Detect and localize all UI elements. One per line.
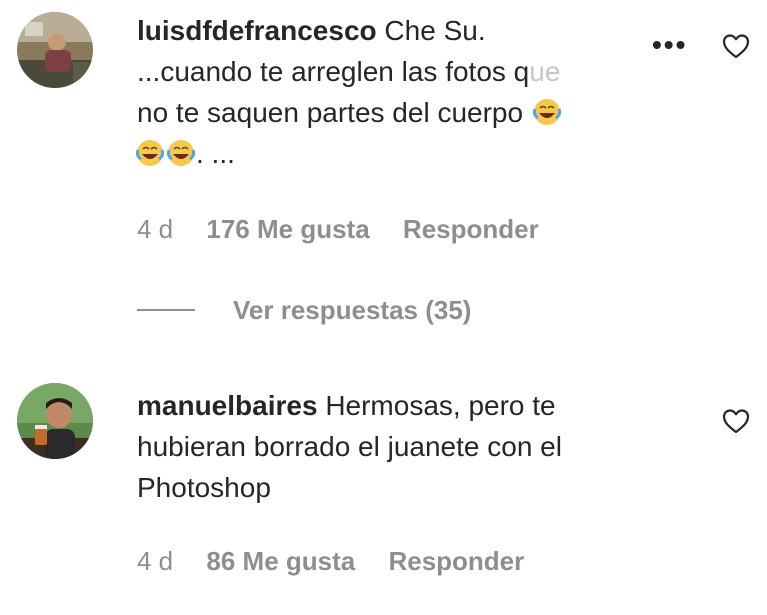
avatar-luisdfdefrancesco[interactable] <box>17 12 93 88</box>
laughing-emoji-icon <box>532 99 561 125</box>
comment-line-1: manuelbaires Hermosas, pero te <box>137 385 562 426</box>
comment-line-2: ...cuando te arreglen las fotos que <box>137 51 562 92</box>
comment-username[interactable]: luisdfdefrancesco <box>137 15 377 46</box>
reply-button[interactable]: Responder <box>403 214 539 245</box>
comment-text: luisdfdefrancesco Che Su. ...cuando te a… <box>134 10 562 174</box>
laughing-emoji-icon <box>166 140 196 166</box>
comment-meta: 4 d 176 Me gusta Responder <box>137 214 539 245</box>
view-replies-label[interactable]: Ver respuestas (35) <box>233 295 471 326</box>
heart-outline-icon[interactable] <box>722 408 750 434</box>
comment-body-line-2: ...cuando te arreglen las fotos q <box>137 56 530 87</box>
reply-button[interactable]: Responder <box>388 546 524 577</box>
comment-line-2: hubieran borrado el juanete con el <box>137 431 562 462</box>
comment-meta: 4 d 86 Me gusta Responder <box>137 546 524 577</box>
comment-line-3: no te saquen partes del cuerpo <box>137 92 562 133</box>
comment-body-ellipsis[interactable]: . ... <box>196 138 235 169</box>
like-count[interactable]: 86 Me gusta <box>206 546 355 577</box>
laughing-emoji-icon <box>135 140 165 166</box>
comment-username[interactable]: manuelbaires <box>137 390 318 421</box>
more-options-icon[interactable]: ••• <box>652 31 687 59</box>
comment-body-start: Che Su. <box>384 15 486 46</box>
comment-text: manuelbaires Hermosas, pero te hubieran … <box>137 385 562 508</box>
comment-line-1: luisdfdefrancesco Che Su. <box>137 10 562 51</box>
comment-body-start: Hermosas, pero te <box>325 390 556 421</box>
comment-time[interactable]: 4 d <box>137 214 173 245</box>
comment-body-faded: ue <box>529 56 561 87</box>
comment-line-3: Photoshop <box>137 472 271 503</box>
avatar-photo-icon <box>17 12 93 88</box>
comment-line-4: . ... <box>134 133 562 174</box>
replies-divider <box>137 309 195 311</box>
comment-time[interactable]: 4 d <box>137 546 173 577</box>
avatar-photo-icon <box>17 383 93 459</box>
avatar-manuelbaires[interactable] <box>17 383 93 459</box>
comment-body-line-3: no te saquen partes del cuerpo <box>137 97 524 128</box>
like-count[interactable]: 176 Me gusta <box>206 214 369 245</box>
heart-outline-icon[interactable] <box>722 33 750 59</box>
